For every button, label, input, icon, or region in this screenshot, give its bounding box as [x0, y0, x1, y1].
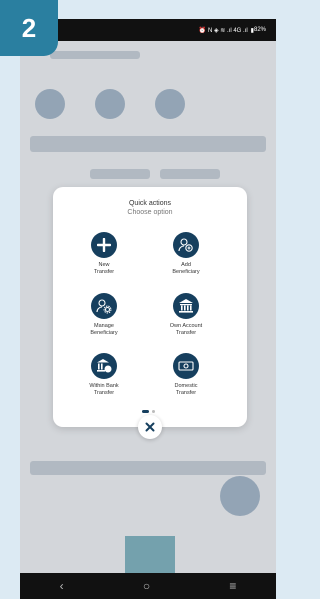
action-label-line2: Beneficiary [172, 269, 200, 275]
page-dot [152, 410, 155, 413]
close-button[interactable] [138, 415, 162, 439]
own-account-transfer-button[interactable]: Own Account Transfer [151, 293, 221, 337]
action-label-line1: New [98, 262, 110, 268]
home-icon[interactable]: ○ [143, 579, 150, 593]
manage-beneficiary-button[interactable]: Manage Beneficiary [69, 293, 139, 337]
action-label-line2: Transfer [175, 330, 197, 336]
action-label-line1: Domestic [174, 383, 198, 389]
action-label-line2: Transfer [93, 269, 115, 275]
back-icon[interactable]: ‹ [60, 579, 64, 593]
status-icons: ⏰ N ◈ ≋ .ıl 4G .ıl [198, 27, 248, 34]
action-label-line1: Manage [94, 323, 114, 329]
quick-actions-dialog: Quick actions Choose option New Transfer… [53, 187, 247, 427]
step-badge: 2 [0, 0, 58, 56]
action-label-line2: Transfer [93, 390, 115, 396]
plus-icon [91, 232, 117, 258]
action-label-line1: Own Account [169, 323, 203, 329]
add-user-icon [173, 232, 199, 258]
new-transfer-button[interactable]: New Transfer [69, 232, 139, 276]
bank-transfer-icon [91, 353, 117, 379]
battery-level: 82% [253, 27, 266, 33]
recents-icon[interactable]: ≡ [229, 579, 236, 593]
dialog-subtitle: Choose option [127, 209, 173, 216]
within-bank-transfer-button[interactable]: Within Bank Transfer [69, 353, 139, 397]
action-label-line2: Transfer [175, 390, 197, 396]
close-icon [145, 422, 155, 432]
action-label-line1: Add [181, 262, 191, 268]
manage-user-icon [91, 293, 117, 319]
add-beneficiary-button[interactable]: Add Beneficiary [151, 232, 221, 276]
status-bar: ⏰ N ◈ ≋ .ıl 4G .ıl ▮ 82% [20, 19, 276, 41]
system-nav-bar: ‹ ○ ≡ [20, 573, 276, 599]
dialog-title: Quick actions [128, 200, 172, 207]
domestic-transfer-button[interactable]: Domestic Transfer [151, 353, 221, 397]
banknote-icon [173, 353, 199, 379]
page-indicator [142, 410, 155, 413]
action-label-line2: Beneficiary [90, 330, 118, 336]
action-label-line1: Within Bank [89, 383, 119, 389]
bank-icon [173, 293, 199, 319]
page-dot-active [142, 410, 149, 413]
